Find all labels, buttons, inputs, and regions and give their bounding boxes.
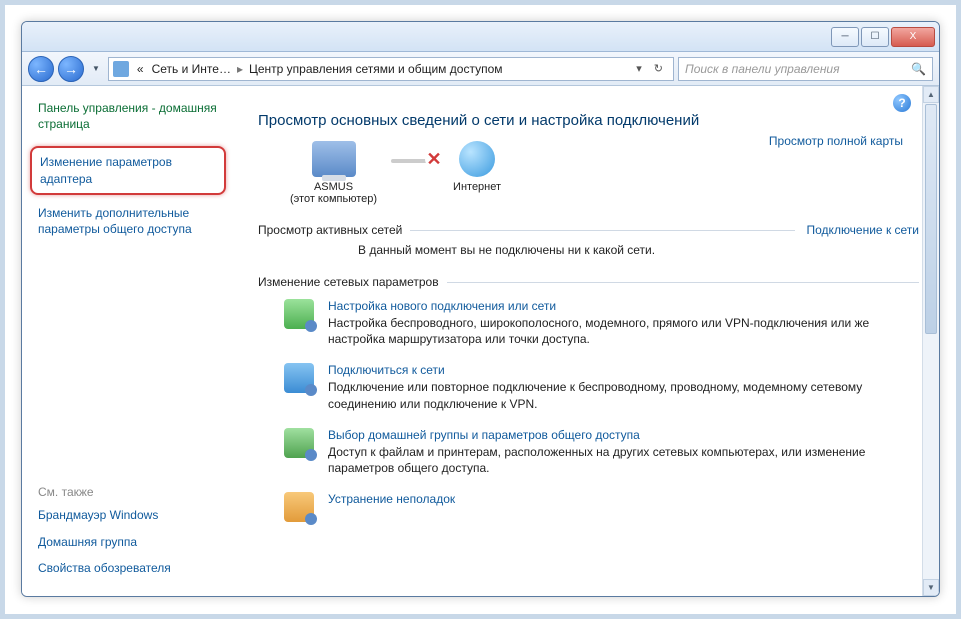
- node-internet: Интернет: [453, 141, 501, 193]
- window: ─ ☐ X ← → ▼ « Сеть и Инте… ▸ Центр управ…: [21, 21, 940, 597]
- sidebar-link-sharing[interactable]: Изменить дополнительные параметры общего…: [38, 205, 226, 237]
- sidebar-home[interactable]: Панель управления - домашняя страница: [38, 100, 226, 132]
- scroll-down[interactable]: ▼: [923, 579, 939, 596]
- scroll-thumb[interactable]: [925, 104, 937, 334]
- not-connected-text: В данный момент вы не подключены ни к ка…: [258, 243, 919, 257]
- close-button[interactable]: X: [891, 27, 935, 47]
- action-title: Устранение неполадок: [328, 492, 455, 506]
- scroll-up[interactable]: ▲: [923, 86, 939, 103]
- breadcrumb-2[interactable]: Центр управления сетями и общим доступом: [245, 62, 507, 76]
- section-active-title: Просмотр активных сетей: [258, 223, 402, 237]
- page-title: Просмотр основных сведений о сети и наст…: [258, 112, 919, 129]
- body: Панель управления - домашняя страница Из…: [22, 86, 939, 596]
- forward-button[interactable]: →: [58, 56, 84, 82]
- see-also-heading: См. также: [38, 485, 226, 499]
- sidebar: Панель управления - домашняя страница Из…: [22, 86, 238, 596]
- see-also-internet-options[interactable]: Свойства обозревателя: [38, 560, 226, 576]
- search-icon: 🔍: [911, 62, 926, 76]
- section-active-networks: Просмотр активных сетей Подключение к се…: [258, 223, 919, 257]
- action-title: Подключиться к сети: [328, 363, 919, 377]
- action-desc: Доступ к файлам и принтерам, расположенн…: [328, 444, 919, 476]
- minimize-button[interactable]: ─: [831, 27, 859, 47]
- troubleshoot-icon: [284, 492, 314, 522]
- refresh-button[interactable]: ↻: [648, 62, 669, 75]
- action-desc: Настройка беспроводного, широкополосного…: [328, 315, 919, 347]
- action-connect-network[interactable]: Подключиться к сети Подключение или повт…: [284, 363, 919, 411]
- address-dropdown[interactable]: ▾: [630, 62, 648, 75]
- see-also-firewall[interactable]: Брандмауэр Windows: [38, 507, 226, 523]
- content: ? Просмотр основных сведений о сети и на…: [238, 86, 939, 596]
- search-placeholder: Поиск в панели управления: [685, 62, 840, 76]
- action-title: Настройка нового подключения или сети: [328, 299, 919, 313]
- see-also-homegroup[interactable]: Домашняя группа: [38, 534, 226, 550]
- node-this-pc: ASMUS (этот компьютер): [290, 141, 377, 205]
- scrollbar[interactable]: ▲ ▼: [922, 86, 939, 596]
- connection-line: ✕: [391, 159, 439, 163]
- action-homegroup[interactable]: Выбор домашней группы и параметров общег…: [284, 428, 919, 476]
- computer-icon: [312, 141, 356, 177]
- navbar: ← → ▼ « Сеть и Инте… ▸ Центр управления …: [22, 52, 939, 86]
- help-icon[interactable]: ?: [893, 94, 911, 112]
- action-title: Выбор домашней группы и параметров общег…: [328, 428, 919, 442]
- action-new-connection[interactable]: Настройка нового подключения или сети На…: [284, 299, 919, 347]
- maximize-button[interactable]: ☐: [861, 27, 889, 47]
- sidebar-link-adapter[interactable]: Изменение параметров адаптера: [30, 146, 226, 194]
- location-icon: [113, 61, 129, 77]
- action-desc: Подключение или повторное подключение к …: [328, 379, 919, 411]
- node-internet-label: Интернет: [453, 181, 501, 193]
- search-input[interactable]: Поиск в панели управления 🔍: [678, 57, 933, 81]
- address-bar[interactable]: « Сеть и Инте… ▸ Центр управления сетями…: [108, 57, 674, 81]
- titlebar: ─ ☐ X: [22, 22, 939, 52]
- breadcrumb-prefix: «: [133, 62, 148, 76]
- new-connection-icon: [284, 299, 314, 329]
- section-change-settings: Изменение сетевых параметров Настройка н…: [258, 275, 919, 522]
- connect-to-network-link[interactable]: Подключение к сети: [807, 223, 919, 237]
- back-button[interactable]: ←: [28, 56, 54, 82]
- breadcrumb-1[interactable]: Сеть и Инте…: [148, 62, 235, 76]
- node-pc-sublabel: (этот компьютер): [290, 193, 377, 205]
- globe-icon: [459, 141, 495, 177]
- node-pc-label: ASMUS: [290, 181, 377, 193]
- section-change-title: Изменение сетевых параметров: [258, 275, 439, 289]
- action-troubleshoot[interactable]: Устранение неполадок: [284, 492, 919, 522]
- connect-network-icon: [284, 363, 314, 393]
- disconnected-icon: ✕: [425, 150, 443, 168]
- breadcrumb-sep: ▸: [235, 62, 245, 76]
- network-diagram: ASMUS (этот компьютер) ✕ Интернет: [290, 141, 919, 205]
- homegroup-icon: [284, 428, 314, 458]
- history-dropdown[interactable]: ▼: [88, 64, 104, 73]
